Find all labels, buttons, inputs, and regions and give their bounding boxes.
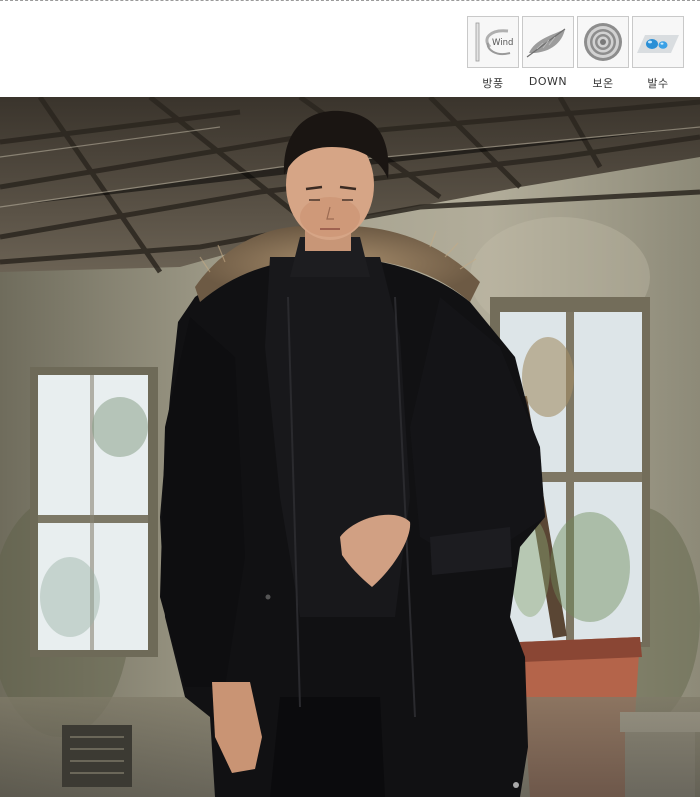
feature-windproof: Wind 방풍 — [467, 16, 519, 96]
feature-water-repellent: 발수 — [632, 16, 684, 96]
feature-label-water-repellent: 발수 — [647, 77, 669, 90]
feature-label-down: DOWN — [528, 75, 568, 88]
insulation-rings-icon — [577, 16, 629, 68]
feature-label-windproof: 방풍 — [482, 77, 504, 90]
wind-icon: Wind — [467, 16, 519, 68]
wind-icon-text: Wind — [492, 38, 513, 48]
product-photo — [0, 97, 700, 797]
water-drops-icon — [632, 16, 684, 68]
left-window — [30, 367, 158, 657]
feature-warmth: 보온 — [577, 16, 629, 96]
radiator — [62, 725, 132, 787]
feather-icon — [522, 16, 574, 68]
feature-label-warmth: 보온 — [592, 77, 614, 90]
feature-icon-bar: Wind 방풍 DOWN 보온 발수 — [0, 1, 700, 97]
feature-down: DOWN — [522, 16, 574, 96]
